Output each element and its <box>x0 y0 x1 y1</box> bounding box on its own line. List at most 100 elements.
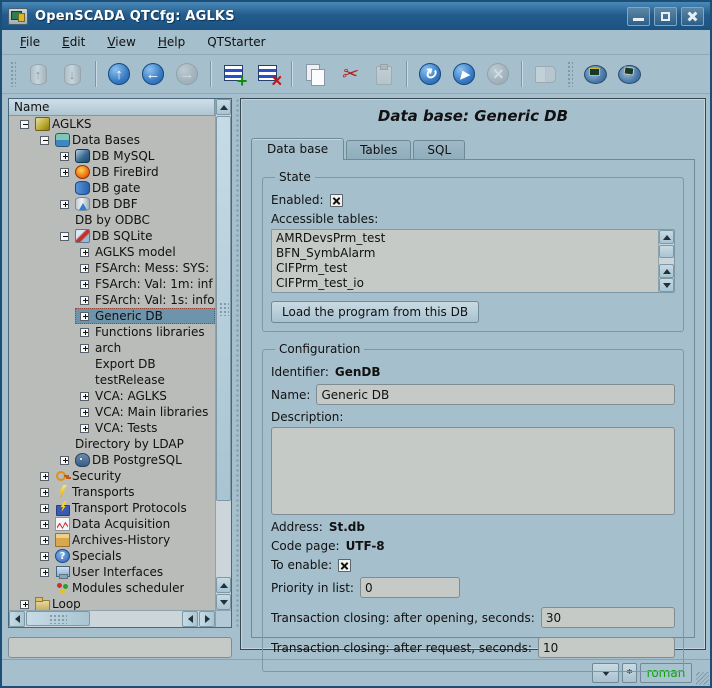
expand-toggle-icon[interactable] <box>60 152 69 161</box>
tree-item-testrelease[interactable]: testRelease <box>9 372 215 388</box>
toolbar-handle[interactable] <box>567 61 573 87</box>
expand-toggle-icon[interactable] <box>80 328 89 337</box>
expand-toggle-icon[interactable] <box>80 424 89 433</box>
tree-item-fsarch-val-1m-inf[interactable]: FSArch: Val: 1m: inf <box>9 276 215 292</box>
list-vertical-scrollbar[interactable] <box>658 230 674 292</box>
toolbar-handle[interactable] <box>10 61 16 87</box>
tree-item-export-db[interactable]: Export DB <box>9 356 215 372</box>
toolbar-button-start[interactable] <box>449 59 479 89</box>
expand-toggle-icon[interactable] <box>80 344 89 353</box>
scroll-left-button2[interactable] <box>182 611 198 627</box>
tree-item-user-interfaces[interactable]: User Interfaces <box>9 564 215 580</box>
tree-item-specials[interactable]: Specials <box>9 548 215 564</box>
enabled-checkbox[interactable] <box>330 194 343 207</box>
scroll-slider[interactable] <box>216 116 231 501</box>
expand-toggle-icon[interactable] <box>60 200 69 209</box>
toolbar-button-item-add[interactable] <box>219 59 249 89</box>
transaction-open-input[interactable] <box>541 607 675 628</box>
to-enable-checkbox[interactable] <box>338 559 351 572</box>
tree-item-vca-main-libraries[interactable]: VCA: Main libraries <box>9 404 215 420</box>
tree-item-db-dbf[interactable]: DB DBF <box>9 196 215 212</box>
tab-data-base[interactable]: Data base <box>251 138 344 160</box>
toolbar-button-item-del[interactable] <box>253 59 283 89</box>
titlebar[interactable]: OpenSCADA QTCfg: AGLKS <box>2 2 710 30</box>
toolbar-button-qts-config[interactable] <box>580 59 610 89</box>
expand-toggle-icon[interactable] <box>40 488 49 497</box>
scroll-up-button[interactable] <box>216 99 231 115</box>
table-list-item[interactable]: CIFPrm_test_io <box>273 276 657 291</box>
expand-toggle-icon[interactable] <box>60 168 69 177</box>
priority-input[interactable] <box>360 577 460 598</box>
scroll-left-button[interactable] <box>9 611 25 627</box>
name-input[interactable] <box>316 384 675 405</box>
accessible-tables-list[interactable]: AMRDevsPrm_testBFN_SymbAlarmCIFPrm_testC… <box>271 229 675 293</box>
tree-item-fsarch-val-1s-info[interactable]: FSArch: Val: 1s: info <box>9 292 215 308</box>
tree-header-name[interactable]: Name <box>9 99 215 116</box>
tab-tables[interactable]: Tables <box>346 140 411 159</box>
description-textarea[interactable] <box>271 427 675 515</box>
scroll-slider[interactable] <box>26 611 90 626</box>
tree-item-db-by-odbc[interactable]: DB by ODBC <box>9 212 215 228</box>
toolbar-button-up[interactable] <box>104 59 134 89</box>
tab-sql[interactable]: SQL <box>413 140 465 159</box>
expand-toggle-icon[interactable] <box>40 472 49 481</box>
tree-item-vca-tests[interactable]: VCA: Tests <box>9 420 215 436</box>
menu-help[interactable]: Help <box>150 32 193 52</box>
scroll-slider[interactable] <box>659 245 674 258</box>
expand-toggle-icon[interactable] <box>80 280 89 289</box>
expand-toggle-icon[interactable] <box>80 248 89 257</box>
toolbar-button-copy[interactable] <box>300 59 330 89</box>
tree-vertical-scrollbar[interactable] <box>215 99 231 610</box>
scroll-up-button[interactable] <box>659 230 674 244</box>
tree-item-db-mysql[interactable]: DB MySQL <box>9 148 215 164</box>
toolbar-button-cut[interactable] <box>334 59 364 89</box>
minimize-button[interactable] <box>627 7 650 26</box>
tree-item-directory-by-ldap[interactable]: Directory by LDAP <box>9 436 215 452</box>
tree-item-transports[interactable]: Transports <box>9 484 215 500</box>
toolbar-button-back[interactable] <box>138 59 168 89</box>
menu-edit[interactable]: Edit <box>54 32 93 52</box>
tree-item-db-postgresql[interactable]: DB PostgreSQL <box>9 452 215 468</box>
expand-toggle-icon[interactable] <box>60 456 69 465</box>
expand-toggle-icon[interactable] <box>40 520 49 529</box>
tree-item-data-bases[interactable]: Data Bases <box>9 132 215 148</box>
tree-item-db-sqlite[interactable]: DB SQLite <box>9 228 215 244</box>
tree-horizontal-scrollbar[interactable] <box>9 610 215 627</box>
expand-toggle-icon[interactable] <box>80 296 89 305</box>
expand-toggle-icon[interactable] <box>80 264 89 273</box>
tree-item-data-acquisition[interactable]: Data Acquisition <box>9 516 215 532</box>
table-list-item[interactable]: CIFPrm_test <box>273 261 657 276</box>
expand-toggle-icon[interactable] <box>80 408 89 417</box>
table-list-item[interactable]: AMRDevsPrm_test <box>273 231 657 246</box>
expand-toggle-icon[interactable] <box>40 568 49 577</box>
tree-item-functions-libraries[interactable]: Functions libraries <box>9 324 215 340</box>
scroll-down-button[interactable] <box>216 594 231 610</box>
expand-toggle-icon[interactable] <box>40 536 49 545</box>
expand-toggle-icon[interactable] <box>80 392 89 401</box>
toolbar-button-refresh[interactable] <box>415 59 445 89</box>
tree-item-aglks[interactable]: AGLKS <box>9 116 215 132</box>
scroll-up-button2[interactable] <box>216 577 231 593</box>
tree-item-security[interactable]: Security <box>9 468 215 484</box>
tree-item-db-gate[interactable]: DB gate <box>9 180 215 196</box>
tree-item-arch[interactable]: arch <box>9 340 215 356</box>
menu-qtstarter[interactable]: QTStarter <box>199 32 273 52</box>
tree-item-vca-aglks[interactable]: VCA: AGLKS <box>9 388 215 404</box>
expand-toggle-icon[interactable] <box>40 504 49 513</box>
scroll-up-button2[interactable] <box>659 264 674 278</box>
expand-toggle-icon[interactable] <box>80 312 89 321</box>
tree-item-db-firebird[interactable]: DB FireBird <box>9 164 215 180</box>
tree-item-aglks-model[interactable]: AGLKS model <box>9 244 215 260</box>
toolbar-button-qts-tools[interactable] <box>614 59 644 89</box>
transaction-request-input[interactable] <box>538 637 675 658</box>
table-list-item[interactable]: BFN_SymbAlarm <box>273 246 657 261</box>
scroll-right-button[interactable] <box>199 611 215 627</box>
tree-item-transport-protocols[interactable]: Transport Protocols <box>9 500 215 516</box>
collapse-toggle-icon[interactable] <box>20 120 29 129</box>
tree-item-loop[interactable]: Loop <box>9 596 215 610</box>
collapse-toggle-icon[interactable] <box>40 136 49 145</box>
load-program-button[interactable]: Load the program from this DB <box>271 301 479 323</box>
tree-item-generic-db[interactable]: Generic DB <box>9 308 215 324</box>
maximize-button[interactable] <box>654 7 677 26</box>
tree-status-input[interactable] <box>8 637 232 658</box>
